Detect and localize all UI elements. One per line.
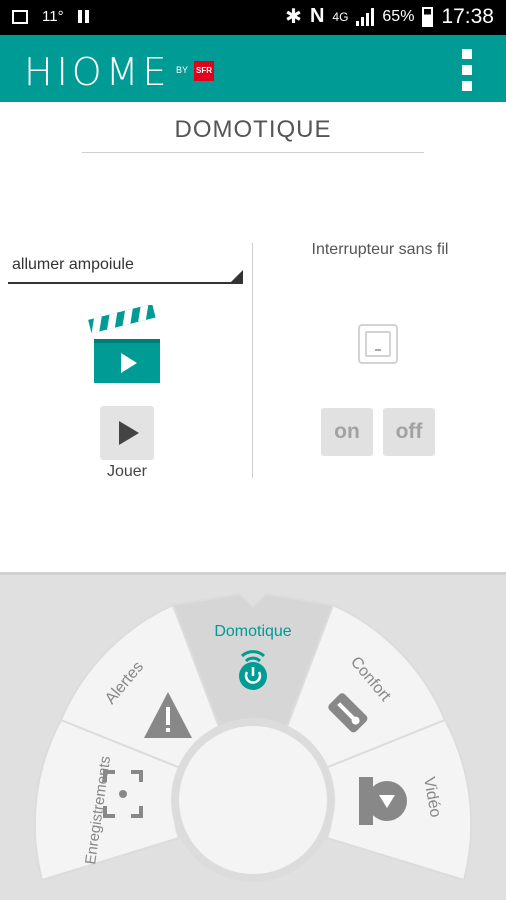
pause-icon xyxy=(77,10,89,23)
gallery-icon xyxy=(12,9,28,24)
dropdown-caret-icon xyxy=(231,270,243,282)
on-button[interactable]: on xyxy=(321,408,373,456)
overflow-menu-icon[interactable] xyxy=(456,49,478,91)
nav-label-domotique: Domotique xyxy=(214,623,291,640)
sfr-logo: SFR xyxy=(194,61,214,81)
home-logo: HIOME xyxy=(24,50,171,94)
battery-percent: 65% xyxy=(382,7,415,25)
nfc-icon: N xyxy=(309,5,325,27)
battery-icon xyxy=(422,6,434,27)
status-bar: 11° ✱ N 4G 65% 17:38 xyxy=(0,0,506,35)
temperature-text: 11° xyxy=(42,8,64,25)
device-name: Interrupteur sans fil xyxy=(311,241,449,258)
title-divider xyxy=(82,152,424,153)
play-label: Jouer xyxy=(106,463,148,480)
clapperboard-icon xyxy=(88,305,160,383)
column-divider xyxy=(252,243,253,478)
app-bar: HIOME BY SFR xyxy=(0,35,506,102)
scenario-dropdown[interactable]: allumer ampoiule xyxy=(8,254,243,284)
wireless-switch-icon xyxy=(358,324,398,364)
logo-by: BY xyxy=(176,65,189,75)
play-button[interactable] xyxy=(100,406,154,460)
scenario-selected: allumer ampoiule xyxy=(12,256,134,273)
off-button[interactable]: off xyxy=(383,408,435,456)
network-type: 4G xyxy=(332,9,349,24)
signal-icon xyxy=(356,7,375,26)
clock: 17:38 xyxy=(441,4,494,28)
page-title: DOMOTIQUE xyxy=(174,116,332,143)
bluetooth-icon: ✱ xyxy=(285,6,302,28)
hub-center-button[interactable] xyxy=(179,726,327,874)
